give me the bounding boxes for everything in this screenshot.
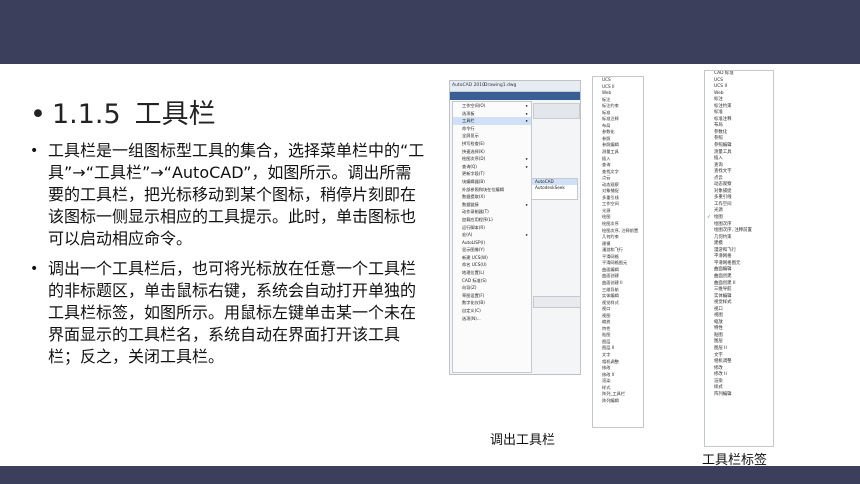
menu-item[interactable]: 命令行 — [453, 125, 531, 133]
menu-item[interactable]: 显示图像(Y) — [453, 246, 531, 254]
menu-item[interactable]: 命名 UCS(U) — [453, 261, 531, 269]
menu-item[interactable]: 地理位置(L) — [453, 269, 531, 277]
acad-app-title: AutoCAD 2010 — [452, 83, 486, 88]
menu-item[interactable]: 数据提取(X) — [453, 193, 531, 201]
menu-item[interactable]: 工具栏 ▸ — [453, 117, 531, 125]
menu-item[interactable]: 动作录制器(T) — [453, 208, 531, 216]
menu-item[interactable]: 宏(A) ▸ — [453, 231, 531, 239]
acad-toolbar-submenu: AutoCAD AutodeskSeek — [531, 178, 578, 200]
section-number: 1.1.5 — [51, 99, 121, 130]
submenu-arrow-icon: ▸ — [525, 232, 528, 238]
top-banner — [0, 0, 860, 64]
menu-item[interactable]: 工作空间(O) ▸ — [453, 102, 531, 110]
submenu-arrow-icon: ▸ — [525, 110, 528, 116]
menu-item[interactable]: 向导(Z) — [453, 284, 531, 292]
section-title: 工具栏 — [134, 99, 216, 130]
menu-item[interactable]: CAD 标准(S) — [453, 277, 531, 285]
caption-open-toolbar: 调出工具栏 — [490, 433, 556, 448]
acad-menu-bar — [450, 92, 580, 100]
heading-bullet: • — [30, 99, 46, 130]
menu-item[interactable]: 自定义(C) — [453, 307, 531, 315]
bullet-text: 工具栏是一组图标型工具的集合，选择菜单栏中的“工具”→“工具栏”→“AutoCA… — [48, 141, 425, 248]
toolbar-list-item[interactable]: 阵列编辑 — [593, 398, 643, 405]
toolbar-list-item[interactable]: 阵列编辑 — [705, 392, 773, 399]
bullet-mark: • — [30, 143, 39, 159]
menu-item[interactable]: 快速选择(K) — [453, 148, 531, 156]
bullet-item: • 工具栏是一组图标型工具的集合，选择菜单栏中的“工具”→“工具栏”→“Auto… — [30, 140, 426, 250]
menu-item[interactable]: 选项板 ▸ — [453, 110, 531, 118]
menu-item[interactable]: 数据链接 ▸ — [453, 201, 531, 209]
menu-item[interactable]: 运行脚本(R) — [453, 224, 531, 232]
bullet-item: • 调出一个工具栏后，也可将光标放在任意一个工具栏的非标题区，单击鼠标右键，系统… — [30, 258, 426, 368]
submenu-arrow-icon: ▸ — [525, 163, 528, 169]
acad-doc-title: Drawing1.dwg — [484, 83, 517, 88]
submenu-item-autodeskseek[interactable]: AutodeskSeek — [532, 185, 577, 191]
menu-item[interactable]: 拼写检查(E) — [453, 140, 531, 148]
menu-item[interactable]: 更新字段(T) — [453, 170, 531, 178]
submenu-arrow-icon: ▸ — [525, 118, 528, 124]
acad-tools-menu: 工作空间(O) ▸ 选项板 ▸ 工具栏 ▸ 命令行 全屏显示 拼写检查(E) 快速选择(K) 绘图次… — [452, 101, 532, 373]
toolbar-label-screenshot: CAD 标准 UCS UCS II Web 标注 标注约束 标准 标准注释 布局 参数化 参照 参照编… — [704, 70, 774, 447]
bullet-list: • 工具栏是一组图标型工具的集合，选择菜单栏中的“工具”→“工具栏”→“Auto… — [30, 140, 426, 376]
submenu-arrow-icon: ▸ — [525, 201, 528, 207]
menu-item[interactable]: 数字化仪(B) — [453, 299, 531, 307]
menu-item[interactable]: 查询(Q) ▸ — [453, 163, 531, 171]
bullet-mark: • — [30, 261, 39, 277]
acad-title-bar: AutoCAD 2010 Drawing1.dwg — [450, 81, 580, 92]
menu-item[interactable]: 绘图次序(D) ▸ — [453, 155, 531, 163]
submenu-arrow-icon: ▸ — [525, 103, 528, 108]
menu-item[interactable]: 加载应用程序(L) — [453, 216, 531, 224]
section-heading: • 1.1.5 工具栏 — [30, 92, 216, 131]
acad-floating-toolbar — [533, 296, 581, 308]
menu-item[interactable]: 外部参照和块在位编辑 — [453, 186, 531, 194]
menu-item[interactable]: 草图设置(F) — [453, 292, 531, 300]
menu-item[interactable]: 块编辑器(B) — [453, 178, 531, 186]
menu-item[interactable]: 全屏显示 — [453, 132, 531, 140]
submenu-arrow-icon: ▸ — [525, 156, 528, 162]
bottom-banner — [0, 466, 860, 484]
menu-item[interactable]: AutoLISP(I) — [453, 239, 531, 247]
bullet-text: 调出一个工具栏后，也可将光标放在任意一个工具栏的非标题区，单击鼠标右键，系统会自… — [48, 259, 417, 366]
acad-ribbon-strip — [533, 103, 580, 119]
autocad-menu-screenshot: AutoCAD 2010 Drawing1.dwg 工作空间(O) ▸ 选项板 ▸ 工具… — [449, 80, 581, 375]
menu-item[interactable]: 新建 UCS(W) — [453, 254, 531, 262]
menu-item[interactable]: 选项(N)... — [453, 315, 531, 323]
toolbar-list-screenshot: UCS UCS II Web 标注 标注约束 标准 标准注释 布局 参数化 参照 参照编辑 测量工具插… — [592, 76, 644, 428]
